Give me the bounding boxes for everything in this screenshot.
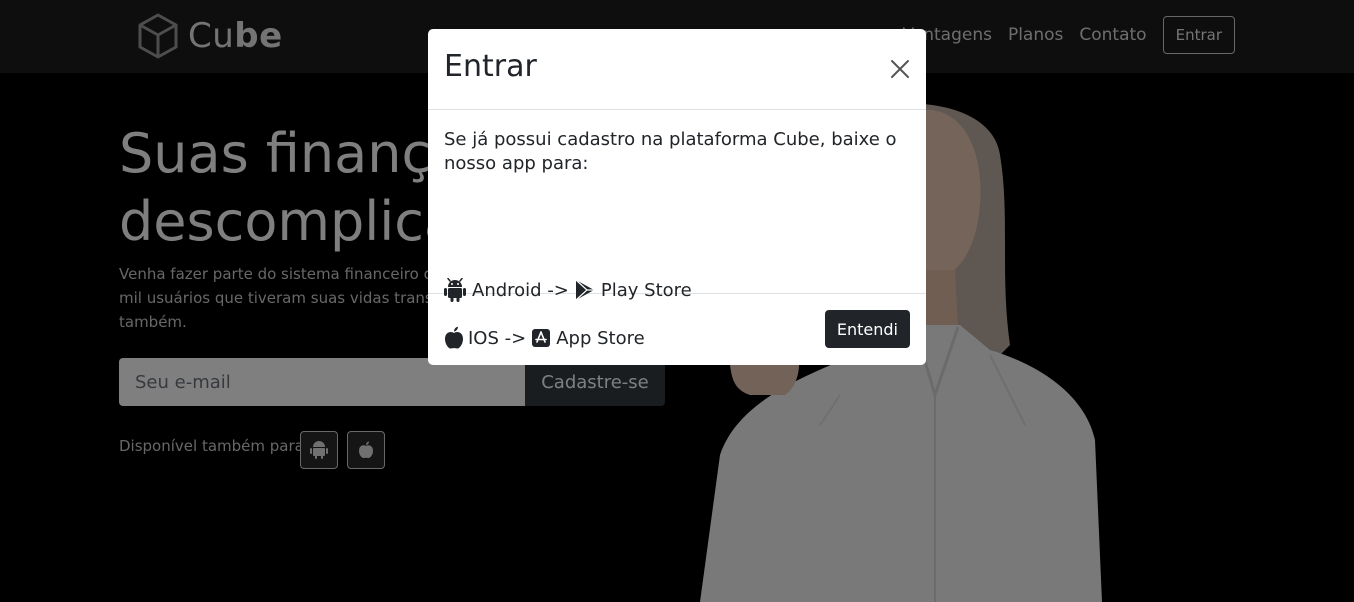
modal-intro-text: Se já possui cadastro na plataforma Cube… [444,129,897,174]
modal-header: Entrar [428,29,926,110]
close-icon [891,60,909,78]
modal-title: Entrar [444,49,537,84]
modal-footer: Entendi [428,294,926,364]
modal-body: Se já possui cadastro na plataforma Cube… [428,110,926,349]
close-button[interactable] [888,57,912,81]
confirm-button[interactable]: Entendi [824,310,910,348]
login-modal: Entrar Se já possui cadastro na platafor… [428,29,926,365]
